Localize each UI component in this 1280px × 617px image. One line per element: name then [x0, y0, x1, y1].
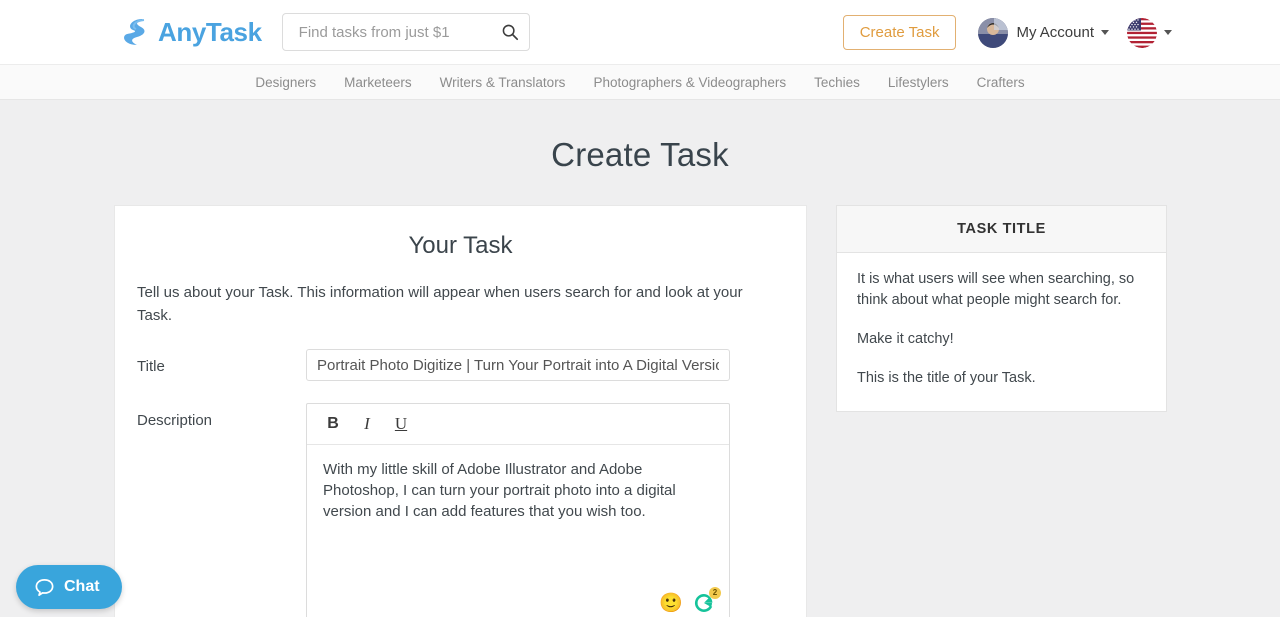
logo-text: AnyTask: [158, 16, 262, 47]
create-task-button[interactable]: Create Task: [842, 15, 957, 50]
logo-link[interactable]: AnyTask: [118, 12, 262, 52]
side-panel-body: It is what users will see when searching…: [837, 253, 1166, 411]
title-field-row: Title: [137, 349, 806, 381]
form-description: Tell us about your Task. This informatio…: [137, 284, 743, 324]
task-form-card: Your Task Tell us about your Task. This …: [114, 205, 807, 617]
description-field-label: Description: [137, 412, 213, 429]
side-panel-paragraph: It is what users will see when searching…: [857, 271, 1135, 308]
search-box[interactable]: [281, 13, 530, 51]
chat-bubble-icon: [35, 578, 54, 596]
editor-badges: 🙂 2: [659, 587, 721, 614]
side-panel-paragraph: Make it catchy!: [857, 331, 954, 347]
my-account-menu[interactable]: My Account: [978, 17, 1109, 48]
nav-item-writers-translators[interactable]: Writers & Translators: [426, 75, 580, 90]
chat-widget-button[interactable]: Chat: [16, 565, 122, 609]
header-actions: Create Task My Account: [842, 0, 1172, 65]
nav-item-photographers-videographers[interactable]: Photographers & Videographers: [579, 75, 800, 90]
chevron-down-icon: [1101, 30, 1109, 35]
description-text: With my little skill of Adobe Illustrato…: [323, 461, 676, 520]
anytask-swirl-logo-icon: [124, 19, 145, 45]
language-selector[interactable]: [1127, 17, 1172, 48]
italic-button[interactable]: I: [357, 414, 377, 434]
description-editor: B I U With my little skill of Adobe Illu…: [306, 403, 730, 617]
my-account-label: My Account: [1016, 24, 1094, 41]
title-input[interactable]: [306, 349, 730, 381]
side-panel-paragraph: This is the title of your Task.: [857, 370, 1036, 386]
grammarly-icon[interactable]: 2: [693, 587, 721, 614]
bold-button[interactable]: B: [323, 415, 343, 433]
nav-item-marketeers[interactable]: Marketeers: [330, 75, 426, 90]
page-content: Your Task Tell us about your Task. This …: [0, 205, 1280, 617]
grammarly-badge: 2: [709, 587, 721, 599]
user-avatar: [978, 17, 1009, 48]
nav-item-lifestylers[interactable]: Lifestylers: [874, 75, 963, 90]
nav-item-designers[interactable]: Designers: [241, 75, 330, 90]
us-flag-icon: [1127, 17, 1157, 48]
form-heading: Your Task: [408, 232, 513, 259]
smiley-emoji-icon[interactable]: 🙂: [659, 594, 683, 613]
nav-item-crafters[interactable]: Crafters: [963, 75, 1039, 90]
description-textarea[interactable]: With my little skill of Adobe Illustrato…: [307, 445, 729, 617]
search-icon[interactable]: [501, 23, 519, 41]
chevron-down-icon: [1164, 30, 1172, 35]
search-input[interactable]: [296, 22, 501, 42]
site-header: AnyTask Create Task: [0, 0, 1280, 65]
editor-toolbar: B I U: [307, 404, 729, 445]
page-title: Create Task: [551, 136, 729, 173]
nav-item-techies[interactable]: Techies: [800, 75, 874, 90]
title-field-label: Title: [137, 358, 165, 375]
task-title-help-panel: TASK TITLE It is what users will see whe…: [836, 205, 1167, 412]
underline-button[interactable]: U: [391, 414, 411, 434]
chat-label: Chat: [64, 578, 100, 595]
side-panel-header: TASK TITLE: [837, 206, 1166, 253]
description-field-row: Description B I U With my little skill o…: [137, 403, 806, 617]
category-navbar: Designers Marketeers Writers & Translato…: [0, 65, 1280, 100]
